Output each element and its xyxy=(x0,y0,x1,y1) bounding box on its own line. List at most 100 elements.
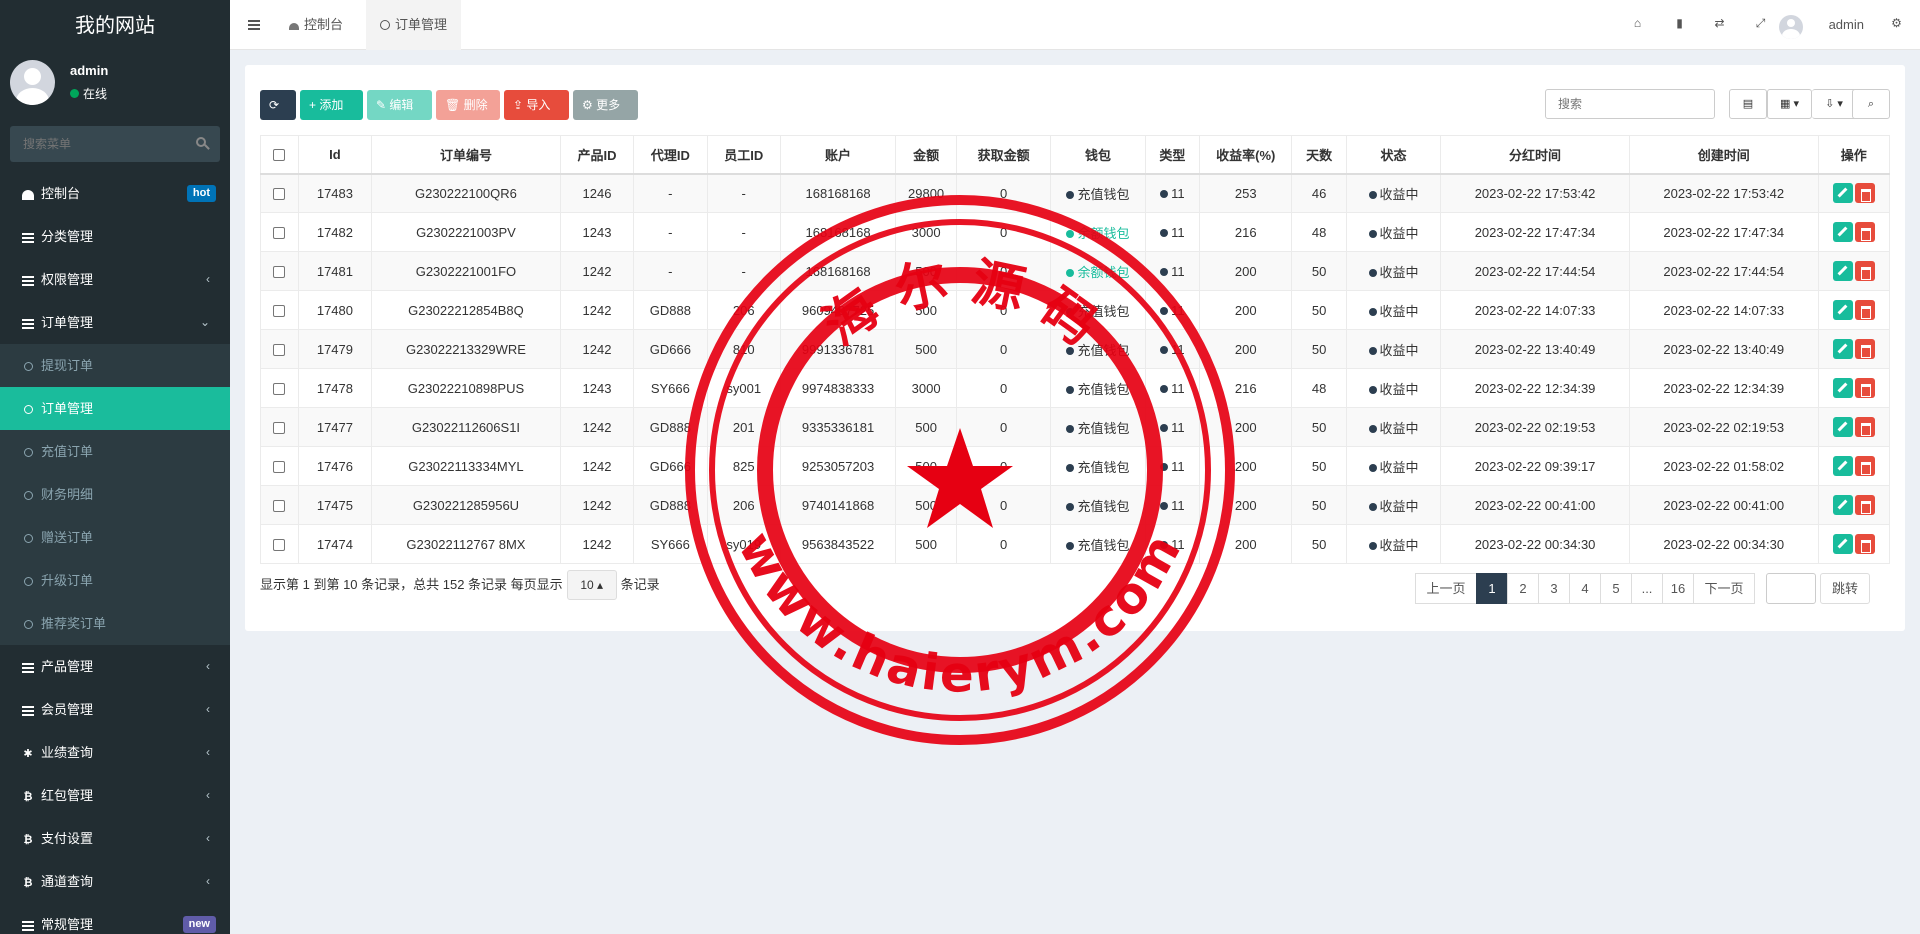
sidebar-subitem-10[interactable]: 推荐奖订单 xyxy=(0,602,230,645)
page-button[interactable]: 4 xyxy=(1569,573,1601,604)
menu-search-input[interactable] xyxy=(10,126,220,162)
delete-row-button[interactable] xyxy=(1854,183,1875,204)
sidebar-subitem-4[interactable]: 提现订单 xyxy=(0,344,230,387)
column-header[interactable]: 员工ID xyxy=(706,135,781,175)
page-button[interactable]: 16 xyxy=(1662,573,1694,604)
edit-row-button[interactable] xyxy=(1832,417,1853,437)
edit-row-button[interactable] xyxy=(1832,222,1853,242)
fullscreen-icon[interactable]: ⤢ xyxy=(1754,17,1767,30)
sidebar-item-1[interactable]: 分类管理 xyxy=(0,215,230,258)
sidebar-item-16[interactable]: ₿ 通道查询 ‹ xyxy=(0,860,230,903)
add-button[interactable]: + 添加 xyxy=(300,90,363,120)
edit-row-button[interactable] xyxy=(1832,339,1853,359)
column-header[interactable]: 订单编号 xyxy=(371,135,561,175)
sidebar-item-12[interactable]: 会员管理 ‹ xyxy=(0,688,230,731)
delete-row-button[interactable] xyxy=(1854,534,1875,554)
edit-row-button[interactable] xyxy=(1832,378,1853,398)
sidebar-item-13[interactable]: ✱ 业绩查询 ‹ xyxy=(0,731,230,774)
sidebar-subitem-7[interactable]: 财务明细 xyxy=(0,473,230,516)
columns-button[interactable]: ▦ ▾ xyxy=(1767,89,1812,119)
edit-row-button[interactable] xyxy=(1832,300,1853,320)
prev-page-button[interactable]: 上一页 xyxy=(1415,573,1477,604)
sidebar-item-11[interactable]: 产品管理 ‹ xyxy=(0,645,230,688)
page-button[interactable]: 2 xyxy=(1507,573,1539,604)
edit-row-button[interactable] xyxy=(1832,261,1853,281)
more-button[interactable]: ⚙ 更多 xyxy=(573,90,638,120)
row-checkbox[interactable] xyxy=(273,461,286,474)
header-user-name[interactable]: admin xyxy=(1829,0,1864,50)
sidebar-item-15[interactable]: ₿ 支付设置 ‹ xyxy=(0,817,230,860)
row-checkbox[interactable] xyxy=(273,344,286,357)
column-header[interactable]: 获取金额 xyxy=(955,135,1052,175)
delete-row-button[interactable] xyxy=(1854,300,1875,320)
delete-row-button[interactable] xyxy=(1854,456,1875,476)
column-header[interactable]: 天数 xyxy=(1291,135,1347,175)
header-avatar[interactable] xyxy=(1779,15,1803,39)
sidebar-item-0[interactable]: 控制台 hot xyxy=(0,172,230,215)
column-header[interactable]: 状态 xyxy=(1345,135,1442,175)
select-all-checkbox[interactable] xyxy=(273,149,286,162)
sidebar-subitem-6[interactable]: 充值订单 xyxy=(0,430,230,473)
toggle-view-button[interactable]: ▤ xyxy=(1729,89,1767,119)
edit-button[interactable]: ✎ 编辑 xyxy=(367,90,432,120)
column-header[interactable]: Id xyxy=(297,135,373,175)
page-button[interactable]: ... xyxy=(1631,573,1663,604)
edit-row-button[interactable] xyxy=(1832,183,1853,204)
column-header[interactable]: 账户 xyxy=(779,135,897,175)
sidebar-item-3[interactable]: 订单管理 ⌄ xyxy=(0,301,230,344)
column-header[interactable]: 类型 xyxy=(1144,135,1201,175)
row-checkbox[interactable] xyxy=(273,422,286,435)
page-button[interactable]: 1 xyxy=(1476,573,1508,604)
edit-row-button[interactable] xyxy=(1832,534,1853,554)
advanced-search-button[interactable]: ⌕ xyxy=(1852,89,1890,119)
export-button[interactable]: ⇩ ▾ xyxy=(1812,89,1857,119)
row-checkbox[interactable] xyxy=(273,539,286,552)
translate-icon[interactable]: ⇄ xyxy=(1713,17,1726,30)
tab-order-management[interactable]: 订单管理 xyxy=(366,0,462,50)
trash-icon[interactable]: ▮ xyxy=(1673,17,1686,30)
row-checkbox[interactable] xyxy=(273,305,286,318)
column-header[interactable]: 收益率(%) xyxy=(1199,135,1293,175)
row-checkbox[interactable] xyxy=(273,227,286,240)
search-icon[interactable] xyxy=(196,137,206,147)
column-header[interactable]: 金额 xyxy=(895,135,957,175)
delete-button[interactable]: 🗑 删除 xyxy=(436,90,500,120)
home-icon[interactable]: ⌂ xyxy=(1631,17,1644,30)
jump-button[interactable]: 跳转 xyxy=(1820,573,1870,604)
delete-row-button[interactable] xyxy=(1854,417,1875,437)
delete-row-button[interactable] xyxy=(1854,378,1875,398)
next-page-button[interactable]: 下一页 xyxy=(1693,573,1755,604)
column-header[interactable]: 代理ID xyxy=(633,135,708,175)
import-button[interactable]: ⇪ 导入 xyxy=(504,90,569,120)
row-checkbox[interactable] xyxy=(273,383,286,396)
page-button[interactable]: 5 xyxy=(1600,573,1632,604)
jump-page-input[interactable] xyxy=(1766,573,1816,604)
delete-row-button[interactable] xyxy=(1854,495,1875,515)
sidebar-subitem-5[interactable]: 订单管理 xyxy=(0,387,230,430)
sidebar-item-14[interactable]: ₿ 红包管理 ‹ xyxy=(0,774,230,817)
table-search-input[interactable] xyxy=(1545,89,1715,119)
row-checkbox[interactable] xyxy=(273,500,286,513)
site-logo[interactable]: 我的网站 xyxy=(0,0,230,50)
row-checkbox[interactable] xyxy=(273,188,286,201)
column-header[interactable]: 操作 xyxy=(1817,135,1891,175)
edit-row-button[interactable] xyxy=(1832,456,1853,476)
row-checkbox[interactable] xyxy=(273,266,286,279)
delete-row-button[interactable] xyxy=(1854,222,1875,242)
delete-row-button[interactable] xyxy=(1854,261,1875,281)
menu-toggle-icon[interactable] xyxy=(248,20,260,30)
settings-icon[interactable]: ⚙ xyxy=(1890,17,1903,30)
column-header[interactable]: 创建时间 xyxy=(1628,135,1819,175)
edit-row-button[interactable] xyxy=(1832,495,1853,515)
page-button[interactable]: 3 xyxy=(1538,573,1570,604)
delete-row-button[interactable] xyxy=(1854,339,1875,359)
sidebar-subitem-8[interactable]: 赠送订单 xyxy=(0,516,230,559)
sidebar-item-17[interactable]: 常规管理 new xyxy=(0,903,230,934)
sidebar-item-2[interactable]: 权限管理 ‹ xyxy=(0,258,230,301)
column-header[interactable]: 产品ID xyxy=(559,135,635,175)
tab-dashboard[interactable]: 控制台 xyxy=(275,0,357,50)
sidebar-subitem-9[interactable]: 升级订单 xyxy=(0,559,230,602)
column-header[interactable]: 钱包 xyxy=(1050,135,1146,175)
column-header[interactable]: 分红时间 xyxy=(1440,135,1630,175)
refresh-button[interactable]: ⟳ xyxy=(260,90,296,120)
